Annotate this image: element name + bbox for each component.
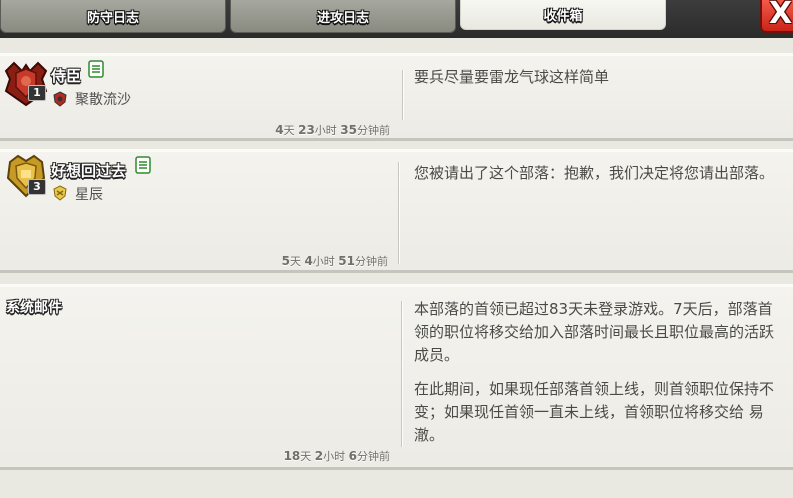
close-button[interactable]: X — [760, 0, 793, 33]
clan-name[interactable]: 星辰 — [75, 184, 103, 204]
tab-inbox[interactable]: 收件箱 — [460, 0, 666, 30]
timestamp: 5天 4小时 51分钟前 — [281, 254, 388, 268]
clan-name[interactable]: 聚散流沙 — [75, 89, 131, 109]
tab-bar: 防守日志 进攻日志 收件箱 X — [0, 0, 793, 38]
message-card[interactable]: 系统邮件 18天 2小时 6分钟前 本部落的首领已超过83天未登录游戏。7天后，… — [0, 284, 793, 470]
timestamp: 4天 23小时 35分钟前 — [275, 123, 390, 137]
divider — [402, 70, 404, 120]
clan-badge-icon — [53, 185, 67, 201]
note-icon[interactable] — [87, 60, 105, 78]
message-card[interactable]: 1 侍臣 聚散流沙 4天 23小时 35分钟前 要兵尽量要雷龙气球这样简单 — [0, 53, 793, 141]
note-icon[interactable] — [134, 156, 152, 174]
sender-name: 系统邮件 — [6, 300, 62, 316]
clan-badge-icon — [53, 91, 67, 107]
message-body: 本部落的首领已超过83天未登录游戏。7天后，部落首领的职位将移交给加入部落时间最… — [414, 298, 784, 447]
message-paragraph: 本部落的首领已超过83天未登录游戏。7天后，部落首领的职位将移交给加入部落时间最… — [414, 300, 775, 364]
close-icon: X — [769, 0, 793, 31]
level-badge: 3 — [28, 179, 46, 195]
divider — [401, 301, 403, 447]
tab-attack-log[interactable]: 进攻日志 — [230, 0, 456, 33]
message-paragraph: 在此期间，如果现任部落首领上线，则首领职位保持不变；如果现任首领一直未上线，首领… — [414, 380, 775, 444]
sender-name[interactable]: 好想回过去 — [51, 160, 126, 181]
message-card[interactable]: 3 好想回过去 星辰 5天 4小时 51分钟前 您被请出了这个部落：抱歉，我们决… — [0, 149, 793, 273]
message-body: 您被请出了这个部落：抱歉，我们决定将您请出部落。 — [414, 164, 775, 182]
divider — [398, 162, 400, 264]
message-body: 要兵尽量要雷龙气球这样简单 — [414, 68, 610, 86]
level-badge: 1 — [28, 85, 46, 101]
timestamp: 18天 2小时 6分钟前 — [283, 449, 390, 463]
tab-defense-log[interactable]: 防守日志 — [0, 0, 226, 33]
sender-name[interactable]: 侍臣 — [51, 65, 81, 86]
